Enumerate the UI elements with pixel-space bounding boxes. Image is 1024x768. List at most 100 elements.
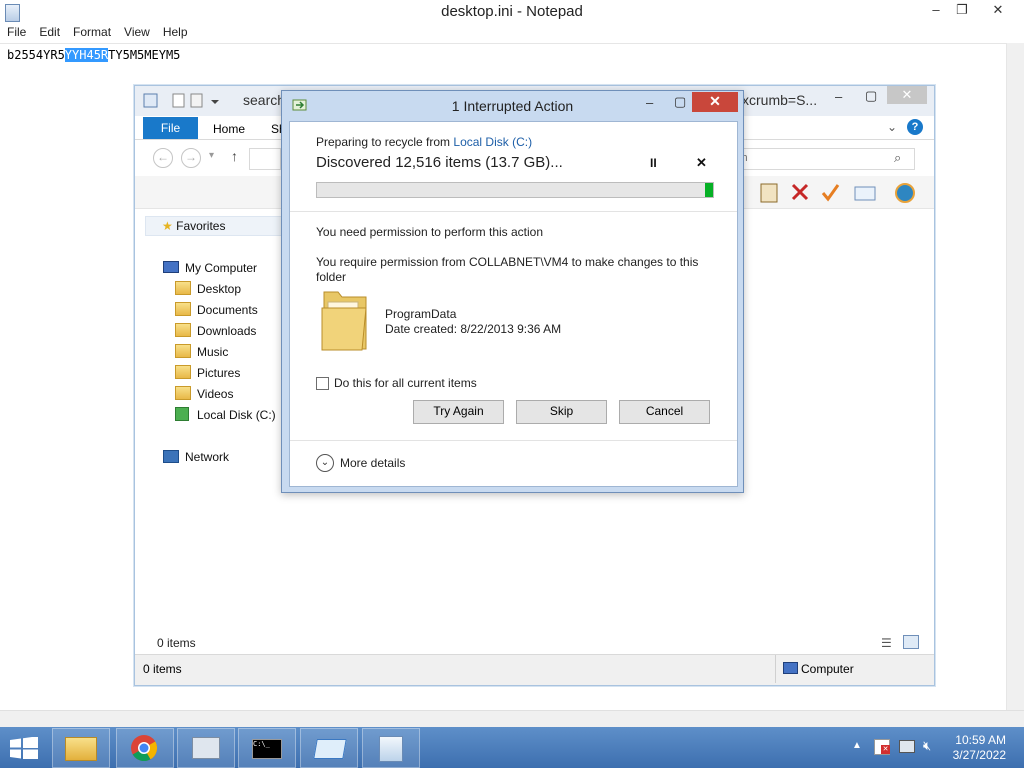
vertical-scrollbar[interactable] xyxy=(1006,43,1024,710)
dialog-minimize-button[interactable]: – xyxy=(646,95,653,110)
notepad-titlebar[interactable]: desktop.ini - Notepad – ❐ ✕ xyxy=(0,0,1024,24)
ribbon-expand-icon[interactable]: ⌄ xyxy=(887,120,897,134)
folder-icon xyxy=(175,281,191,295)
status-bar: 0 items Computer xyxy=(135,654,934,685)
details-view-icon[interactable]: ☰ xyxy=(881,636,892,650)
show-hidden-icons[interactable]: ▲ xyxy=(852,740,862,751)
chevron-down-icon[interactable]: ⌄ xyxy=(316,454,334,472)
menu-edit[interactable]: Edit xyxy=(32,24,66,39)
computer-icon xyxy=(163,261,179,273)
taskbar-command-prompt[interactable]: C:\_ xyxy=(238,728,296,768)
taskbar-resource-monitor[interactable] xyxy=(177,728,235,768)
divider xyxy=(290,440,737,441)
menu-view[interactable]: View xyxy=(117,24,156,39)
progress-fill xyxy=(705,183,713,197)
address-input[interactable] xyxy=(249,148,281,170)
nav-network[interactable]: Network xyxy=(163,448,229,466)
menu-help[interactable]: Help xyxy=(156,24,194,39)
source-link[interactable]: Local Disk (C:) xyxy=(453,135,532,149)
forward-icon[interactable]: → xyxy=(181,148,201,168)
permission-message-line2: folder xyxy=(316,270,347,284)
apply-all-label[interactable]: Do this for all current items xyxy=(334,376,477,390)
up-icon[interactable]: ↑ xyxy=(231,148,238,164)
text-after: TY5M5MEYM5 xyxy=(108,48,181,62)
notepad-title: desktop.ini - Notepad xyxy=(441,3,583,20)
nav-desktop[interactable]: Desktop xyxy=(175,280,241,298)
skip-button[interactable]: Skip xyxy=(516,400,607,424)
taskbar: C:\_ ▲ ✕ 🔇︎ 10:59 AM 3/27/2022 xyxy=(0,727,1024,768)
network-tray-icon[interactable] xyxy=(899,740,915,753)
nav-favorites[interactable]: ★ Favorites xyxy=(145,216,291,236)
text-before: b2554YR5 xyxy=(7,48,65,62)
drive-icon xyxy=(175,407,189,421)
large-icons-view-icon[interactable] xyxy=(903,635,919,649)
stop-button[interactable]: ✕ xyxy=(696,155,707,171)
nav-music[interactable]: Music xyxy=(175,343,228,361)
action-center-icon[interactable]: ✕ xyxy=(874,739,890,755)
help-icon[interactable]: ? xyxy=(907,119,923,135)
apply-all-checkbox[interactable] xyxy=(316,377,329,390)
status-divider xyxy=(775,655,776,683)
pause-button[interactable]: II xyxy=(650,156,657,170)
search-input[interactable]: ch ⌕ xyxy=(733,148,915,170)
windows-start-icon[interactable] xyxy=(10,737,38,759)
menu-file[interactable]: File xyxy=(0,24,32,39)
status-location: Computer xyxy=(801,662,854,676)
more-details-toggle[interactable]: More details xyxy=(340,456,405,470)
folder-icon xyxy=(175,386,191,400)
notepad-icon xyxy=(379,736,403,762)
explorer-close-button[interactable]: ✕ xyxy=(887,86,927,104)
ribbon-home-tab[interactable]: Home xyxy=(213,122,245,136)
notepad-editor[interactable]: b2554YR5YYH45RTY5M5MEYM5 xyxy=(7,48,180,62)
horizontal-scrollbar[interactable] xyxy=(0,710,1024,728)
taskbar-chrome[interactable] xyxy=(116,728,174,768)
nav-local-disk[interactable]: Local Disk (C:) xyxy=(175,406,276,424)
explorer-title-partial: search xyxy=(243,92,286,108)
folder-name: ProgramData xyxy=(385,307,457,321)
dialog-maximize-button[interactable]: ▢ xyxy=(674,94,686,110)
dialog-body: Preparing to recycle from Local Disk (C:… xyxy=(289,121,738,487)
divider xyxy=(290,211,737,212)
cmd-icon: C:\_ xyxy=(252,739,282,759)
close-button[interactable]: ✕ xyxy=(983,0,1013,22)
navigation-pane: ★ Favorites My Computer Desktop Document… xyxy=(143,211,291,651)
nav-videos[interactable]: Videos xyxy=(175,385,233,403)
nav-downloads[interactable]: Downloads xyxy=(175,322,256,340)
recent-dropdown-icon[interactable]: ▾ xyxy=(209,150,214,161)
quick-access-toolbar[interactable] xyxy=(143,93,223,109)
network-icon xyxy=(163,450,179,463)
selected-text: YYH45R xyxy=(64,48,109,62)
taskbar-notepad[interactable] xyxy=(362,728,420,768)
nav-pictures[interactable]: Pictures xyxy=(175,364,240,382)
star-icon: ★ xyxy=(162,219,173,233)
system-clock[interactable]: 10:59 AM 3/27/2022 xyxy=(953,733,1006,763)
ribbon-file-tab[interactable]: File xyxy=(143,117,198,139)
menu-format[interactable]: Format xyxy=(66,24,117,39)
computer-icon xyxy=(783,662,798,674)
folder-icon xyxy=(175,302,191,316)
explorer-title-right: xcrumb=S... xyxy=(742,92,818,108)
progress-bar xyxy=(316,182,714,198)
permission-heading: You need permission to perform this acti… xyxy=(316,225,544,239)
nav-documents[interactable]: Documents xyxy=(175,301,258,319)
maximize-button[interactable]: ❐ xyxy=(947,0,977,22)
clock-time: 10:59 AM xyxy=(955,733,1006,747)
back-icon[interactable]: ← xyxy=(153,148,173,168)
clock-date: 3/27/2022 xyxy=(952,748,1006,762)
discovered-status: Discovered 12,516 items (13.7 GB)... xyxy=(316,154,563,171)
folder-icon xyxy=(175,323,191,337)
taskbar-window-app[interactable] xyxy=(300,728,358,768)
taskbar-file-explorer[interactable] xyxy=(52,728,110,768)
try-again-button[interactable]: Try Again xyxy=(413,400,504,424)
explorer-maximize-button[interactable]: ▢ xyxy=(865,88,877,104)
window-icon xyxy=(313,739,347,759)
cancel-button[interactable]: Cancel xyxy=(619,400,710,424)
explorer-minimize-button[interactable]: – xyxy=(835,89,842,104)
dialog-close-button[interactable]: ✕ xyxy=(692,92,738,112)
dialog-titlebar[interactable]: 1 Interrupted Action – ▢ ✕ xyxy=(282,91,743,119)
permission-message-line1: You require permission from COLLABNET\VM… xyxy=(316,255,699,269)
toolbar-icons[interactable] xyxy=(735,181,925,205)
search-icon[interactable]: ⌕ xyxy=(894,150,901,166)
nav-my-computer[interactable]: My Computer xyxy=(163,259,257,277)
volume-muted-icon[interactable]: 🔇︎ xyxy=(923,738,931,754)
